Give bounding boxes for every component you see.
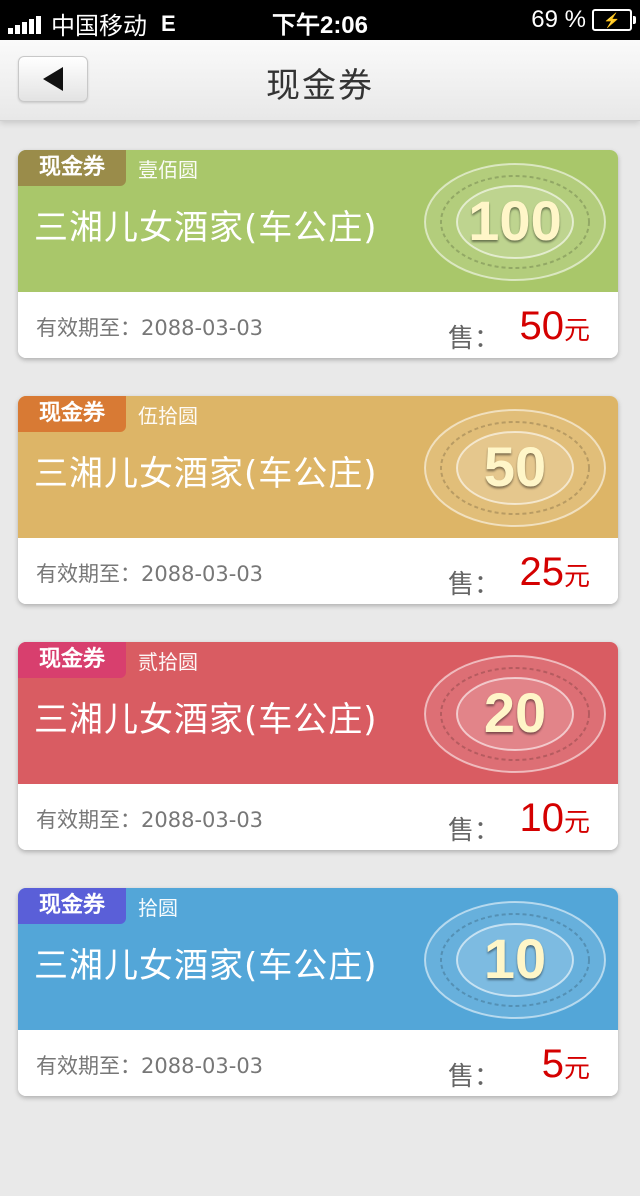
- voucher-expiry: 有效期至：2088-03-03: [36, 312, 263, 342]
- voucher-price: 50元: [519, 304, 590, 349]
- voucher-footer: 有效期至：2088-03-03 售： 5元: [18, 1030, 618, 1096]
- voucher-price: 5元: [542, 1042, 590, 1087]
- price-value: 25: [519, 550, 564, 594]
- voucher-price: 10元: [519, 796, 590, 841]
- price-unit: 元: [563, 316, 590, 346]
- status-right: 69 % ⚡: [531, 6, 636, 34]
- expiry-date: 2088-03-03: [141, 1054, 264, 1078]
- voucher-emblem: 20: [420, 652, 610, 776]
- price-unit: 元: [563, 562, 590, 592]
- voucher-card[interactable]: 现金券 伍拾圆 三湘儿女酒家(车公庄) 50 有效期至：2088-03-03 售…: [18, 396, 618, 604]
- voucher-footer: 有效期至：2088-03-03 售： 10元: [18, 784, 618, 850]
- voucher-emblem: 50: [420, 406, 610, 530]
- voucher-restaurant-name: 三湘儿女酒家(车公庄): [34, 700, 378, 740]
- voucher-expiry: 有效期至：2088-03-03: [36, 558, 263, 588]
- voucher-emblem: 10: [420, 898, 610, 1022]
- expiry-label: 有效期至：: [36, 1054, 141, 1078]
- price-label: 售：: [448, 570, 501, 600]
- voucher-card[interactable]: 现金券 拾圆 三湘儿女酒家(车公庄) 10 有效期至：2088-03-03 售：…: [18, 888, 618, 1096]
- expiry-date: 2088-03-03: [141, 316, 264, 340]
- voucher-tag: 现金券: [18, 642, 126, 678]
- expiry-label: 有效期至：: [36, 316, 141, 340]
- expiry-label: 有效期至：: [36, 562, 141, 586]
- expiry-date: 2088-03-03: [141, 562, 264, 586]
- expiry-label: 有效期至：: [36, 808, 141, 832]
- price-unit: 元: [563, 1054, 590, 1084]
- voucher-amount-chinese: 壹佰圆: [138, 158, 198, 182]
- voucher-header: 现金券 拾圆 三湘儿女酒家(车公庄) 10: [18, 888, 618, 1030]
- voucher-restaurant-name: 三湘儿女酒家(车公庄): [34, 946, 378, 986]
- voucher-footer: 有效期至：2088-03-03 售： 25元: [18, 538, 618, 604]
- price-value: 50: [519, 304, 564, 348]
- voucher-amount-chinese: 伍拾圆: [138, 404, 198, 428]
- voucher-face-value: 100: [468, 189, 562, 252]
- voucher-header: 现金券 壹佰圆 三湘儿女酒家(车公庄) 100: [18, 150, 618, 292]
- price-label: 售：: [448, 1062, 501, 1092]
- voucher-footer: 有效期至：2088-03-03 售： 50元: [18, 292, 618, 358]
- price-unit: 元: [563, 808, 590, 838]
- voucher-face-value: 20: [483, 681, 547, 744]
- expiry-date: 2088-03-03: [141, 808, 264, 832]
- nav-bar: 现金券: [0, 40, 640, 121]
- voucher-header: 现金券 贰拾圆 三湘儿女酒家(车公庄) 20: [18, 642, 618, 784]
- voucher-expiry: 有效期至：2088-03-03: [36, 1050, 263, 1080]
- voucher-restaurant-name: 三湘儿女酒家(车公庄): [34, 208, 378, 248]
- voucher-expiry: 有效期至：2088-03-03: [36, 804, 263, 834]
- status-bar: 中国移动 E 下午2:06 69 % ⚡: [0, 0, 640, 40]
- voucher-emblem: 100: [420, 160, 610, 284]
- voucher-amount-chinese: 拾圆: [138, 896, 178, 920]
- price-label: 售：: [448, 324, 501, 354]
- voucher-restaurant-name: 三湘儿女酒家(车公庄): [34, 454, 378, 494]
- voucher-card[interactable]: 现金券 贰拾圆 三湘儿女酒家(车公庄) 20 有效期至：2088-03-03 售…: [18, 642, 618, 850]
- price-label: 售：: [448, 816, 501, 846]
- voucher-amount-chinese: 贰拾圆: [138, 650, 198, 674]
- voucher-header: 现金券 伍拾圆 三湘儿女酒家(车公庄) 50: [18, 396, 618, 538]
- voucher-price: 25元: [519, 550, 590, 595]
- voucher-face-value: 50: [483, 435, 547, 498]
- voucher-tag: 现金券: [18, 150, 126, 186]
- voucher-card[interactable]: 现金券 壹佰圆 三湘儿女酒家(车公庄) 100 有效期至：2088-03-03 …: [18, 150, 618, 358]
- voucher-face-value: 10: [483, 927, 547, 990]
- voucher-tag: 现金券: [18, 888, 126, 924]
- battery-icon: ⚡: [592, 9, 636, 31]
- voucher-tag: 现金券: [18, 396, 126, 432]
- price-value: 5: [541, 1042, 564, 1086]
- battery-percent: 69 %: [531, 6, 586, 33]
- price-value: 10: [519, 796, 564, 840]
- page-title: 现金券: [266, 66, 374, 106]
